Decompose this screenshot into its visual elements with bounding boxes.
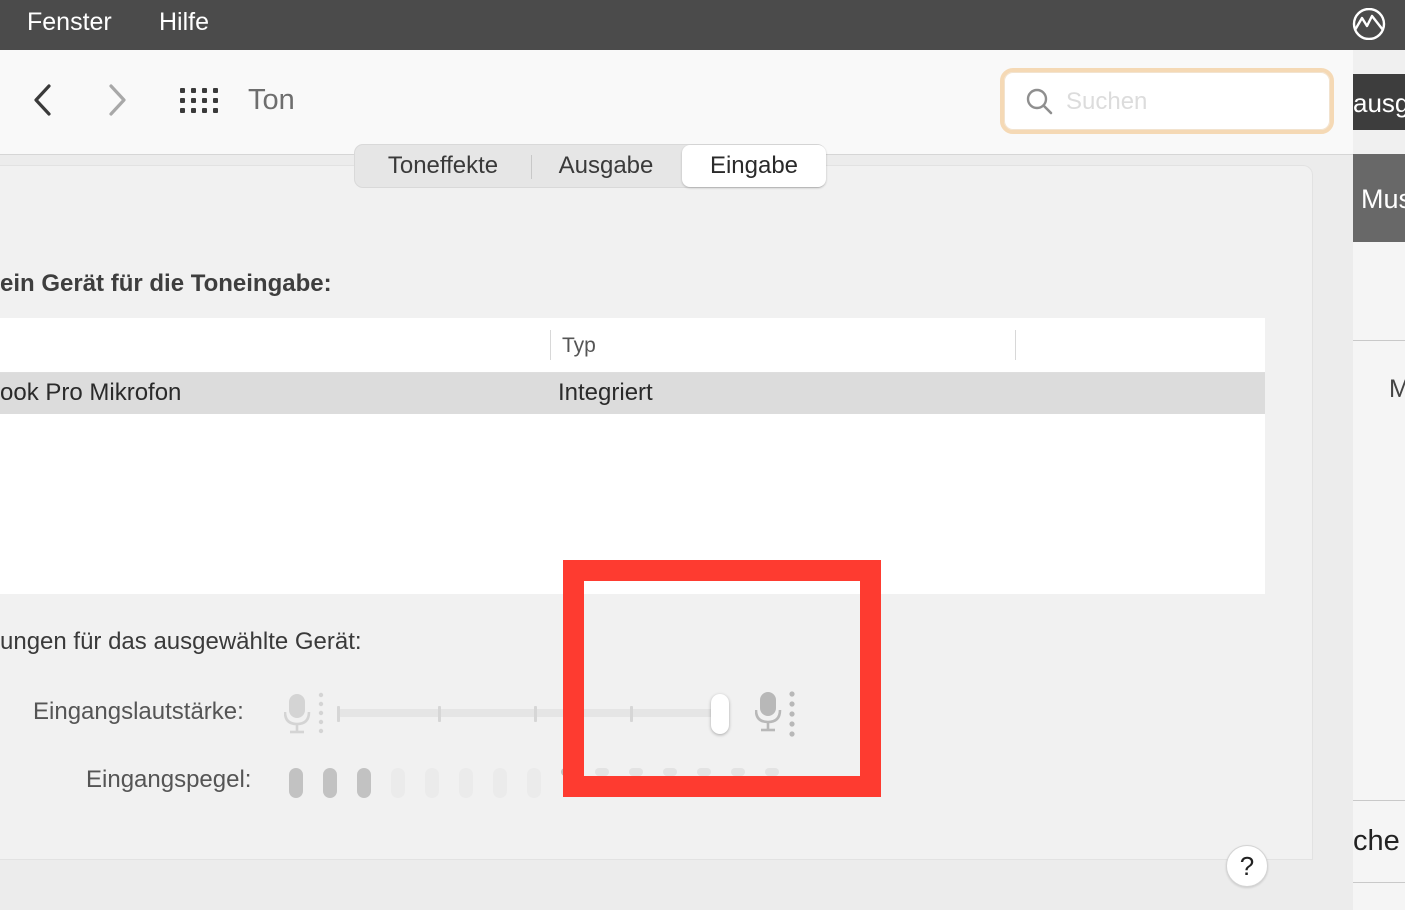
level-bar bbox=[357, 768, 371, 798]
level-bar bbox=[493, 768, 507, 798]
input-device-table: Typ ook Pro Mikrofon Integriert bbox=[0, 318, 1265, 594]
background-m-label: M bbox=[1389, 375, 1405, 404]
tab-eingabe[interactable]: Eingabe bbox=[682, 145, 826, 187]
slider-tick bbox=[438, 706, 441, 722]
background-che-label: che bbox=[1353, 825, 1400, 857]
input-volume-label: Eingangslautstärke: bbox=[33, 698, 244, 725]
mountain-logo-icon[interactable] bbox=[1351, 7, 1387, 41]
input-device-heading: ein Gerät für die Toneingabe: bbox=[0, 270, 332, 297]
search-icon bbox=[1026, 88, 1054, 116]
device-name-cell: ook Pro Mikrofon bbox=[0, 379, 182, 406]
device-settings-heading: ungen für das ausgewählte Gerät: bbox=[0, 628, 362, 655]
slider-tick bbox=[337, 706, 340, 722]
background-ausg-button[interactable]: ausg bbox=[1353, 74, 1405, 130]
highlight-annotation bbox=[563, 560, 881, 797]
menu-fenster[interactable]: Fenster bbox=[27, 8, 112, 37]
tab-toneffekte[interactable]: Toneffekte bbox=[355, 145, 531, 187]
table-header: Typ bbox=[0, 318, 1265, 373]
device-type-cell: Integriert bbox=[558, 379, 653, 406]
window-toolbar: Ton bbox=[0, 50, 1353, 155]
background-divider bbox=[1353, 882, 1405, 883]
background-divider bbox=[1353, 340, 1405, 341]
level-bar bbox=[459, 768, 473, 798]
table-row[interactable]: ook Pro Mikrofon Integriert bbox=[0, 373, 1265, 414]
grid-icon[interactable] bbox=[180, 88, 218, 114]
column-header-typ[interactable]: Typ bbox=[562, 334, 596, 358]
level-bar bbox=[425, 768, 439, 798]
search-input[interactable] bbox=[1066, 86, 1316, 118]
background-divider bbox=[1353, 800, 1405, 801]
chevron-right-icon[interactable] bbox=[102, 80, 132, 120]
search-field[interactable] bbox=[1000, 68, 1334, 134]
chevron-left-icon[interactable] bbox=[28, 80, 58, 120]
column-separator[interactable] bbox=[1015, 330, 1016, 360]
microphone-low-icon bbox=[283, 692, 326, 738]
slider-tick bbox=[534, 706, 537, 722]
input-level-label: Eingangspegel: bbox=[86, 766, 252, 793]
tab-control: Toneffekte Ausgabe Eingabe bbox=[354, 144, 826, 188]
level-bar bbox=[527, 768, 541, 798]
window-title: Ton bbox=[248, 84, 295, 116]
background-window: ausg Mus M che bbox=[1352, 50, 1405, 910]
level-bar bbox=[391, 768, 405, 798]
menu-hilfe[interactable]: Hilfe bbox=[159, 8, 209, 37]
help-button[interactable]: ? bbox=[1226, 845, 1268, 887]
level-bar bbox=[323, 768, 337, 798]
column-separator[interactable] bbox=[550, 330, 551, 360]
background-mus-label: Mus bbox=[1353, 154, 1405, 242]
tab-ausgabe[interactable]: Ausgabe bbox=[531, 145, 681, 187]
level-bar bbox=[289, 768, 303, 798]
menu-bar: Fenster Hilfe bbox=[0, 0, 1405, 50]
